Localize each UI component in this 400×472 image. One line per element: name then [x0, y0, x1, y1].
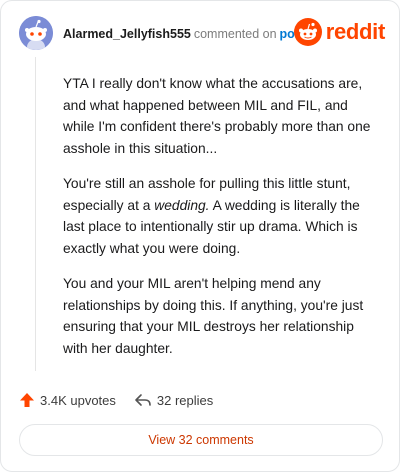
upvote-count: 3.4K upvotes	[40, 392, 116, 408]
comment-meta: Alarmed_Jellyfish555 commented on post	[63, 27, 306, 41]
comment-paragraph-2: You're still an asshole for pulling this…	[63, 173, 379, 259]
reply-arrow-icon	[135, 394, 151, 406]
view-comments-button[interactable]: View 32 comments	[19, 424, 383, 456]
user-avatar[interactable]	[19, 16, 53, 50]
comment-body: YTA I really don't know what the accusat…	[63, 73, 379, 373]
upvote-arrow-icon	[20, 393, 34, 407]
upvote-button[interactable]: 3.4K upvotes	[19, 392, 116, 408]
reddit-logo-icon	[293, 18, 322, 46]
reddit-logo[interactable]: reddit	[293, 17, 386, 47]
comment-paragraph-3: You and your MIL aren't helping mend any…	[63, 276, 364, 356]
reddit-wordmark: reddit	[325, 19, 386, 44]
username-link[interactable]: Alarmed_Jellyfish555	[63, 27, 191, 41]
comment-header: Alarmed_Jellyfish555 commented on post red…	[19, 16, 385, 52]
comment-card: Alarmed_Jellyfish555 commented on post red…	[0, 0, 400, 472]
thread-line[interactable]	[35, 57, 36, 371]
reply-count: 32 replies	[156, 392, 214, 408]
commented-on-label: commented on	[193, 27, 277, 41]
comment-paragraph-1: YTA I really don't know what the accusat…	[63, 76, 371, 156]
comment-emphasis: wedding.	[154, 197, 210, 213]
replies-button[interactable]: 32 replies	[134, 392, 213, 408]
comment-stats: 3.4K upvotes 32 replies	[19, 389, 213, 411]
snoo-avatar-icon	[19, 16, 53, 50]
